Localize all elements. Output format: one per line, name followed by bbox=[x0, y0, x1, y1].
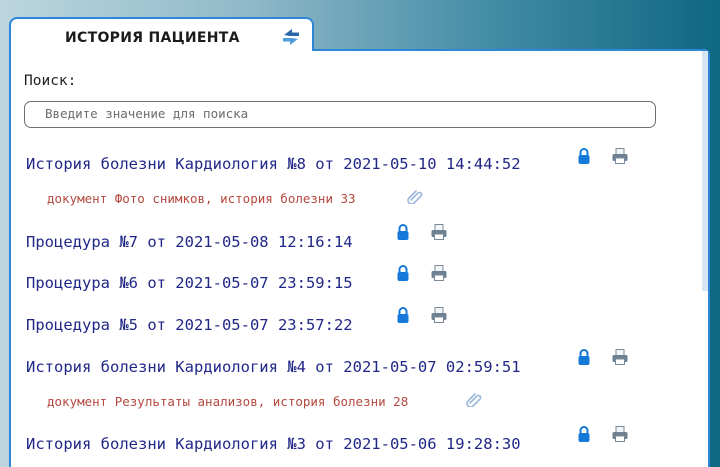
record-link-3[interactable]: Процедура №6 от 2021-05-07 23:59:15 bbox=[26, 274, 353, 292]
panel-title: ИСТОРИЯ ПАЦИЕНТА bbox=[65, 30, 240, 46]
patient-history-panel: Поиск: Введите значение для поиска Истор… bbox=[9, 49, 710, 467]
record-link-6[interactable]: История болезни Кардиология №3 от 2021-0… bbox=[26, 435, 521, 453]
record-link-2[interactable]: Процедура №7 от 2021-05-08 12:16:14 bbox=[26, 233, 353, 251]
print-icon[interactable] bbox=[430, 264, 448, 282]
search-placeholder: Введите значение для поиска bbox=[45, 106, 249, 121]
search-label: Поиск: bbox=[24, 73, 77, 89]
patient-history-tab[interactable]: ИСТОРИЯ ПАЦИЕНТА bbox=[9, 17, 314, 51]
document-link-1[interactable]: документ Фото снимков, история болезни 3… bbox=[47, 191, 356, 206]
record-link-5[interactable]: История болезни Кардиология №4 от 2021-0… bbox=[26, 358, 521, 376]
paperclip-icon bbox=[466, 393, 482, 407]
document-link-2[interactable]: документ Результаты анализов, история бо… bbox=[47, 394, 408, 409]
lock-icon[interactable] bbox=[394, 264, 412, 282]
lock-icon[interactable] bbox=[575, 425, 593, 443]
print-icon[interactable] bbox=[611, 348, 629, 366]
print-icon[interactable] bbox=[611, 425, 629, 443]
paperclip-icon bbox=[407, 190, 423, 204]
record-link-1[interactable]: История болезни Кардиология №8 от 2021-0… bbox=[26, 155, 521, 173]
lock-icon[interactable] bbox=[394, 306, 412, 324]
print-icon[interactable] bbox=[430, 306, 448, 324]
record-link-4[interactable]: Процедура №5 от 2021-05-07 23:57:22 bbox=[26, 316, 353, 334]
refresh-icon[interactable] bbox=[280, 26, 302, 48]
search-input[interactable]: Введите значение для поиска bbox=[24, 101, 656, 128]
print-icon[interactable] bbox=[430, 223, 448, 241]
lock-icon[interactable] bbox=[575, 348, 593, 366]
lock-icon[interactable] bbox=[394, 223, 412, 241]
lock-icon[interactable] bbox=[575, 147, 593, 165]
print-icon[interactable] bbox=[611, 147, 629, 165]
